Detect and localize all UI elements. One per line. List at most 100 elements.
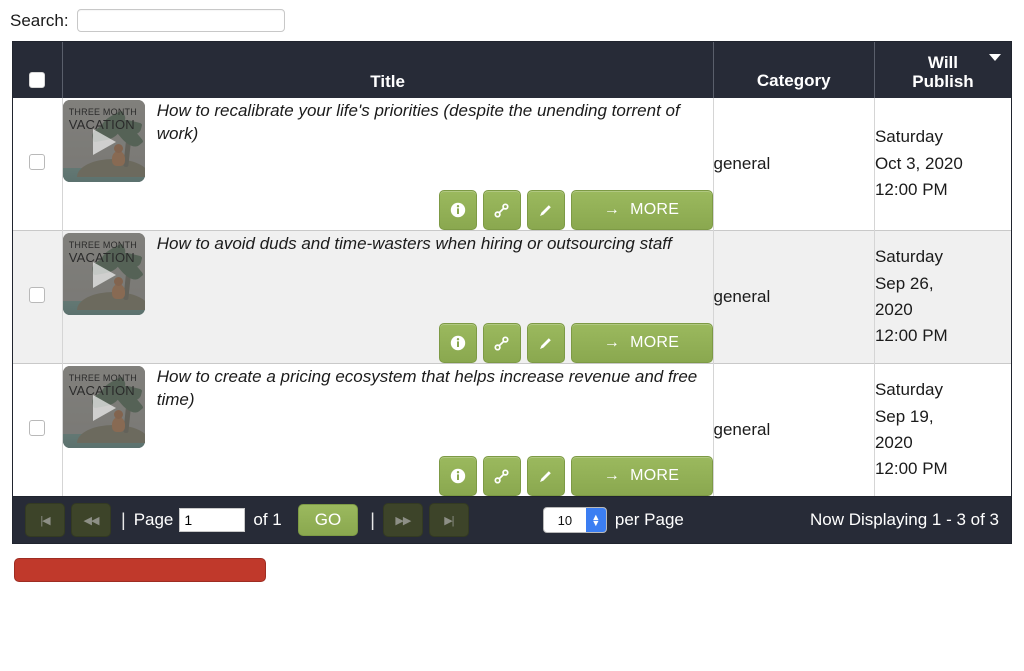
publish-date-line: Saturday [874,127,943,147]
row-category: general [713,363,875,496]
episode-title: How to avoid duds and time-wasters when … [156,234,672,253]
row-select-cell[interactable] [13,363,63,496]
more-button[interactable]: → MORE [570,323,713,363]
info-icon [450,202,465,218]
page-number-input[interactable] [179,508,246,532]
info-button[interactable] [438,456,477,496]
edit-button[interactable] [526,456,565,496]
table-row: THREE MONTH VACATION How to recalibrate … [13,98,1011,231]
search-bar: Search: [0,0,1024,41]
row-select-cell[interactable] [13,98,63,231]
edit-button[interactable] [526,323,565,363]
publish-date-line: Sep 26, [874,273,934,293]
row-checkbox[interactable] [29,153,46,170]
table-row: THREE MONTH VACATION How to avoid duds a… [13,230,1011,364]
row-action-buttons: → MORE [63,454,713,496]
pager-divider-right: | [370,509,375,530]
table-body: THREE MONTH VACATION How to recalibrate … [13,98,1011,496]
info-icon [450,468,465,484]
publish-date-line: 2020 [874,300,913,319]
publish-date-line: 12:00 PM [874,180,948,200]
episode-title: How to create a pricing ecosystem that h… [156,367,698,410]
pencil-icon [540,337,551,349]
episode-title: How to recalibrate your life's prioritie… [156,101,680,144]
edit-button[interactable] [526,190,565,230]
row-checkbox[interactable] [29,419,46,436]
column-header-will-publish-label-line2: Publish [912,72,974,92]
row-will-publish: Saturday Sep 26, 2020 12:00 PM [874,230,1011,364]
column-header-will-publish[interactable]: Will Publish [874,42,1011,98]
row-title-cell: THREE MONTH VACATION How to create a pri… [62,363,714,496]
pager-divider-left: | [121,509,126,530]
row-will-publish: Saturday Sep 19, 2020 12:00 PM [874,363,1011,496]
thumbnail-title-line1: THREE MONTH [68,107,137,117]
publish-date-line: Saturday [874,380,943,400]
thumbnail-title-line1: THREE MONTH [68,240,137,250]
table-header-row: Title Category Will Publish [13,42,1011,98]
thumbnail-title-line1: THREE MONTH [68,373,137,383]
column-header-will-publish-label-line1: Will [927,52,958,72]
more-button-label: MORE [630,467,680,484]
info-button[interactable] [438,323,477,363]
per-page-control: 10 ▲ ▼ per Page [542,507,684,533]
link-button[interactable] [482,456,521,496]
per-page-value: 10 [543,512,586,528]
per-page-label: per Page [614,510,684,529]
table-row: THREE MONTH VACATION How to create a pri… [13,363,1011,496]
play-icon[interactable] [92,395,116,421]
publish-date-line: Oct 3, 2020 [874,153,963,173]
more-button[interactable]: → MORE [570,190,713,230]
publish-date-line: 12:00 PM [874,326,948,346]
link-button[interactable] [482,190,521,230]
episode-thumbnail[interactable]: THREE MONTH VACATION [62,233,145,315]
link-button[interactable] [482,323,521,363]
row-select-cell[interactable] [13,230,63,364]
pencil-icon [540,470,551,482]
row-title-cell: THREE MONTH VACATION How to recalibrate … [62,98,714,231]
publish-date-line: Saturday [874,247,943,267]
more-button[interactable]: → MORE [570,456,713,496]
pagination-bar: |◀ ◀◀ | Page of 1 GO | ▶▶ ▶| 10 ▲ ▼ per … [13,496,1011,543]
link-icon [494,335,509,351]
column-header-category[interactable]: Category [713,42,875,98]
first-page-button[interactable]: |◀ [25,503,65,537]
row-category: general [713,98,875,231]
episode-thumbnail[interactable]: THREE MONTH VACATION [62,100,145,182]
row-will-publish: Saturday Oct 3, 2020 12:00 PM [874,98,1011,231]
publish-date-line: 12:00 PM [874,459,948,479]
info-icon [450,335,465,351]
episode-thumbnail[interactable]: THREE MONTH VACATION [62,366,145,448]
link-icon [494,468,509,484]
column-header-title-label: Title [370,72,405,92]
previous-page-button[interactable]: ◀◀ [71,503,111,537]
more-arrow-icon: → [603,201,621,218]
go-button[interactable]: GO [297,504,359,536]
row-category: general [713,230,875,364]
page-label: Page [133,510,174,529]
column-header-select-all[interactable] [13,42,63,98]
page-total-label: of 1 [253,510,282,529]
sort-descending-icon[interactable] [989,54,1001,61]
column-header-category-label: Category [756,71,831,91]
episodes-table-container: Title Category Will Publish THREE MONTH … [12,41,1012,544]
more-button-label: MORE [630,334,680,351]
search-input[interactable] [76,8,285,32]
last-page-button[interactable]: ▶| [428,503,469,537]
column-header-title[interactable]: Title [62,42,714,98]
info-button[interactable] [438,190,477,230]
row-checkbox[interactable] [29,286,46,303]
play-icon[interactable] [92,262,116,288]
play-icon[interactable] [92,129,116,155]
row-title-cell: THREE MONTH VACATION How to avoid duds a… [62,230,714,364]
per-page-select[interactable]: 10 ▲ ▼ [542,507,607,533]
next-page-button[interactable]: ▶▶ [382,503,423,537]
publish-date-line: 2020 [874,433,913,452]
row-action-buttons: → MORE [63,321,713,363]
episodes-table: Title Category Will Publish THREE MONTH … [13,42,1011,496]
pencil-icon [540,204,551,216]
row-action-buttons: → MORE [63,188,713,230]
stepper-icon[interactable]: ▲ ▼ [585,508,606,532]
more-arrow-icon: → [603,334,621,351]
select-all-checkbox[interactable] [29,72,46,88]
bottom-action-button[interactable] [14,558,266,582]
